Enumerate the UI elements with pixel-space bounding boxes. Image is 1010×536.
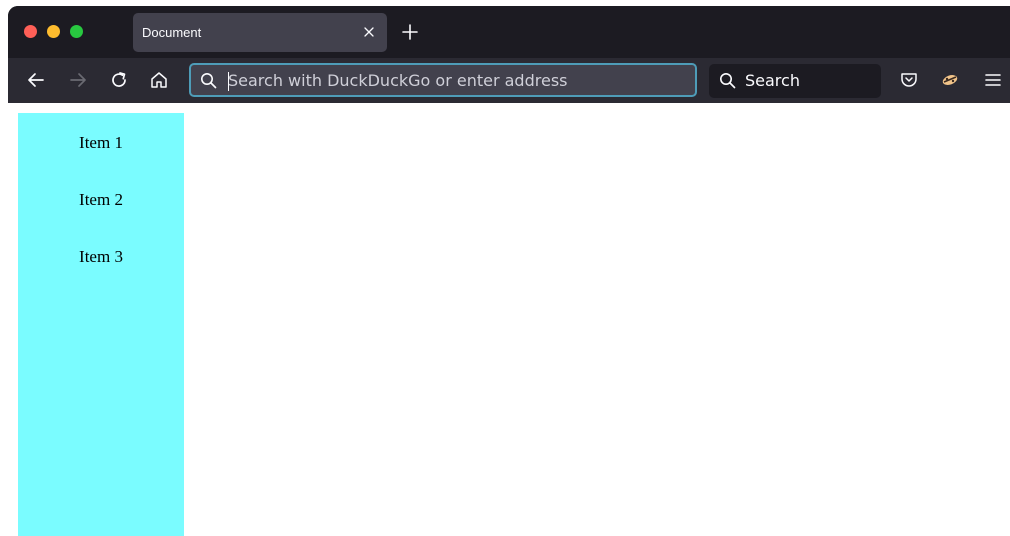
sidebar-item-1[interactable]: Item 1 — [18, 133, 184, 153]
search-icon — [201, 73, 217, 89]
browser-window: Document Search with DuckDuckGo or enter… — [8, 6, 1010, 536]
minimize-window-button[interactable] — [47, 25, 60, 38]
address-input[interactable] — [228, 68, 668, 92]
home-icon[interactable] — [149, 70, 169, 90]
close-icon[interactable] — [361, 24, 377, 40]
pocket-icon[interactable] — [899, 70, 919, 90]
close-window-button[interactable] — [24, 25, 37, 38]
new-tab-plus-icon[interactable] — [402, 24, 418, 40]
hamburger-menu-icon[interactable] — [983, 70, 1003, 90]
search-box[interactable]: Search — [709, 64, 881, 98]
address-bar[interactable] — [189, 63, 697, 97]
extension-icon[interactable] — [940, 70, 960, 90]
sidebar-item-3[interactable]: Item 3 — [18, 247, 184, 267]
page-content: Item 1 Item 2 Item 3 — [8, 103, 1010, 536]
sidebar: Item 1 Item 2 Item 3 — [18, 113, 184, 536]
text-caret — [228, 72, 229, 91]
sidebar-item-2[interactable]: Item 2 — [18, 190, 184, 210]
arrow-left-icon[interactable] — [26, 70, 46, 90]
search-box-label: Search — [745, 71, 800, 90]
title-bar: Document — [8, 6, 1010, 58]
arrow-right-icon[interactable] — [68, 70, 88, 90]
tab-document[interactable]: Document — [133, 13, 387, 52]
reload-icon[interactable] — [109, 70, 129, 90]
search-icon — [720, 73, 736, 89]
tab-title: Document — [142, 25, 202, 40]
nav-toolbar: Search — [8, 58, 1010, 103]
zoom-window-button[interactable] — [70, 25, 83, 38]
